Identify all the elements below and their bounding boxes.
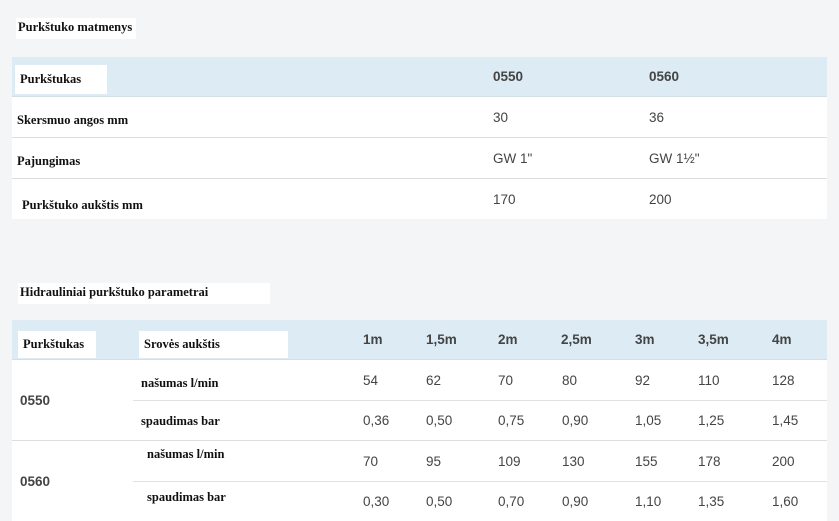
section-title-dimensions: Purkštuko matmenys (16, 18, 137, 39)
row-label: spaudimas bar (147, 490, 226, 504)
row-label: Pajungimas (17, 153, 81, 168)
table-row: Purkštuko aukštis mm 170 200 (12, 179, 827, 219)
cell-value: 62 (426, 372, 442, 388)
table-row: spaudimas bar 0,36 0,50 0,75 0,90 1,05 1… (133, 400, 827, 440)
header-height-col: 3,5m (698, 332, 729, 347)
cell-0550: GW 1" (493, 150, 533, 166)
table-group-0560: 0560 našumas l/min 70 95 109 130 155 178… (12, 441, 827, 521)
header-height-col: 2m (498, 332, 518, 347)
table-header-row: Purkštukas 0550 0560 (12, 57, 827, 97)
section-title-text: Hidrauliniai purkštuko parametrai (20, 285, 209, 299)
cell-value: 178 (698, 453, 721, 469)
cell-0560: 200 (649, 191, 672, 207)
row-label: Purkštuko aukštis mm (22, 197, 143, 212)
group-label: 0560 (20, 473, 51, 489)
row-label: našumas l/min (147, 447, 225, 461)
cell-value: 70 (363, 453, 379, 469)
cell-value: 130 (562, 453, 585, 469)
cell-value: 0,70 (498, 493, 525, 509)
table-row: Pajungimas GW 1" GW 1½" (12, 138, 827, 179)
table-row: Skersmuo angos mm 30 36 (12, 97, 827, 138)
table-row: spaudimas bar 0,30 0,50 0,70 0,90 1,10 1… (133, 481, 827, 521)
cell-value: 80 (562, 372, 578, 388)
cell-value: 1,45 (772, 412, 799, 428)
header-height-col: 3m (635, 332, 655, 347)
cell-value: 1,60 (772, 493, 799, 509)
cell-value: 54 (363, 372, 379, 388)
row-label: Skersmuo angos mm (17, 112, 129, 127)
row-label: spaudimas bar (141, 414, 220, 428)
cell-value: 0,75 (498, 412, 525, 428)
cell-value: 0,30 (363, 493, 390, 509)
cell-value: 109 (498, 453, 521, 469)
header-label-jet-height: Srovės aukštis (139, 331, 288, 358)
cell-value: 1,35 (698, 493, 725, 509)
cell-value: 200 (772, 453, 795, 469)
cell-0560: GW 1½" (649, 150, 700, 166)
header-label-nozzle: Purkštukas (15, 65, 108, 94)
cell-value: 92 (635, 372, 651, 388)
header-height-col: 1m (363, 332, 383, 347)
header-col-0550: 0550 (493, 69, 524, 84)
cell-value: 0,90 (562, 412, 589, 428)
cell-value: 1,25 (698, 412, 725, 428)
table-group-0550: 0550 našumas l/min 54 62 70 80 92 110 12… (12, 360, 827, 441)
header-height-col: 2,5m (561, 332, 592, 347)
table-header-row: Purkštukas Srovės aukštis 1m 1,5m 2m 2,5… (12, 320, 827, 360)
cell-value: 128 (772, 372, 795, 388)
cell-value: 0,36 (363, 412, 390, 428)
cell-value: 0,50 (426, 493, 453, 509)
cell-0550: 170 (493, 191, 516, 207)
dimensions-table: Purkštukas 0550 0560 Skersmuo angos mm 3… (12, 57, 827, 219)
cell-value: 155 (635, 453, 658, 469)
header-col-0560: 0560 (649, 69, 680, 84)
cell-value: 110 (698, 372, 720, 388)
section-title-text: Purkštuko matmenys (18, 20, 133, 34)
cell-value: 1,05 (635, 412, 662, 428)
cell-value: 1,10 (635, 493, 662, 509)
table-row: našumas l/min 54 62 70 80 92 110 128 (133, 360, 827, 401)
header-label-nozzle: Purkštukas (18, 331, 97, 358)
section-title-hydraulic: Hidrauliniai purkštuko parametrai (18, 283, 271, 304)
cell-0550: 30 (493, 109, 509, 125)
hydraulic-table: Purkštukas Srovės aukštis 1m 1,5m 2m 2,5… (12, 320, 827, 521)
cell-value: 95 (426, 453, 442, 469)
row-label: našumas l/min (141, 376, 219, 390)
table-row: našumas l/min 70 95 109 130 155 178 200 (133, 441, 827, 482)
header-height-col: 1,5m (426, 332, 457, 347)
cell-0560: 36 (649, 109, 665, 125)
cell-value: 0,90 (562, 493, 589, 509)
cell-value: 0,50 (426, 412, 453, 428)
header-height-col: 4m (772, 332, 792, 347)
cell-value: 70 (498, 372, 514, 388)
group-label: 0550 (20, 392, 51, 408)
